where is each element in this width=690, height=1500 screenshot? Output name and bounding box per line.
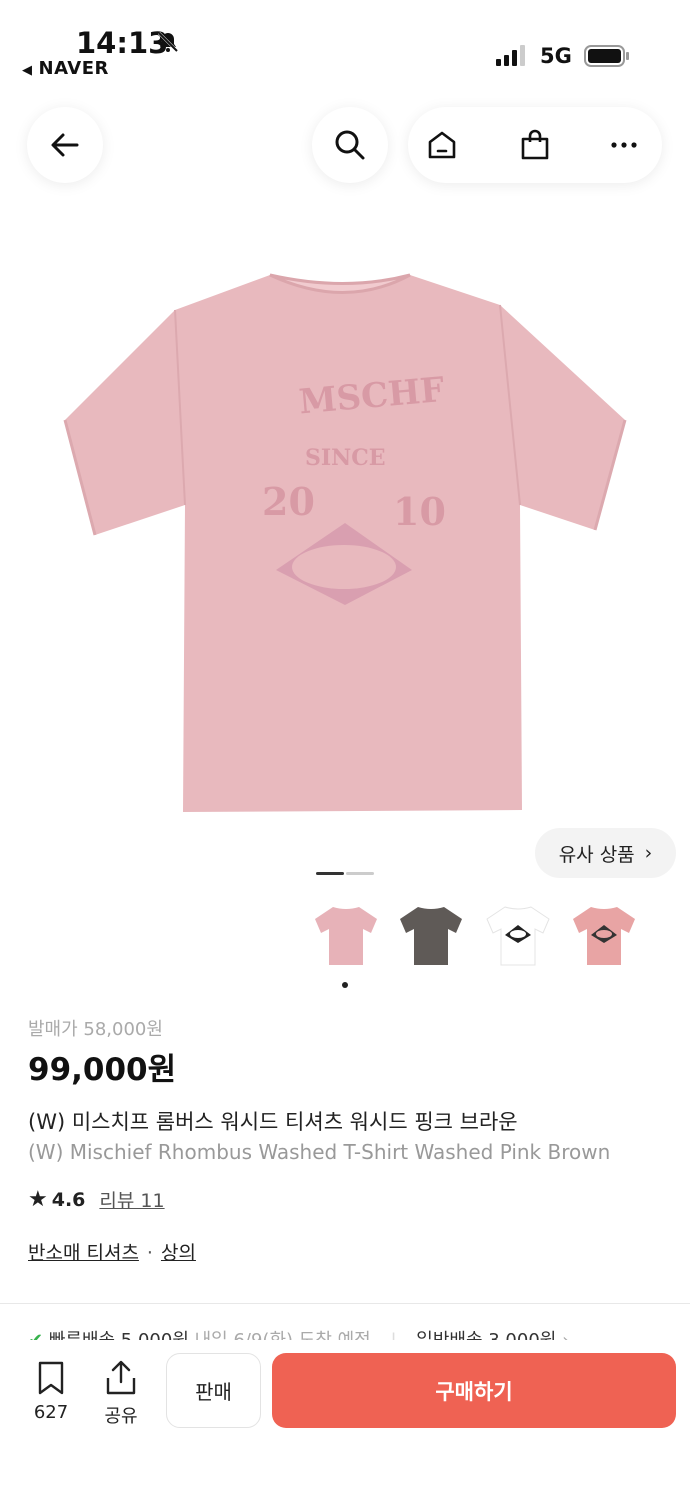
- status-bar: 14:13 ◀ NAVER 5G: [0, 0, 690, 90]
- bottom-action-bar: 627 공유 판매 구매하기: [0, 1340, 690, 1500]
- more-icon: [611, 142, 637, 148]
- similar-products-label: 유사 상품: [558, 843, 635, 866]
- review-link[interactable]: 리뷰 11: [99, 1186, 164, 1213]
- network-label: 5G: [540, 44, 572, 68]
- star-icon: ★: [28, 1187, 48, 1212]
- share-button[interactable]: 공유: [98, 1360, 144, 1428]
- svg-text:SINCE: SINCE: [305, 445, 386, 471]
- section-divider: [0, 1303, 690, 1304]
- rating-row: ★ 4.6 리뷰 11: [28, 1186, 165, 1213]
- cart-button[interactable]: [515, 125, 555, 165]
- back-arrow-icon: [51, 133, 79, 157]
- product-name-english: (W) Mischief Rhombus Washed T-Shirt Wash…: [28, 1140, 611, 1164]
- share-label: 공유: [104, 1406, 138, 1427]
- shopping-bag-icon: [521, 129, 549, 160]
- color-thumbnails: [310, 900, 650, 975]
- nav-actions: [408, 107, 662, 183]
- bookmark-icon: [38, 1361, 64, 1395]
- bookmark-count: 627: [33, 1402, 69, 1423]
- sell-button[interactable]: 판매: [166, 1353, 261, 1428]
- category-breadcrumb: 반소매 티셔츠 · 상의: [28, 1238, 196, 1265]
- buy-button[interactable]: 구매하기: [272, 1353, 676, 1428]
- thumbnail-rose[interactable]: [568, 900, 640, 972]
- thumbnail-charcoal[interactable]: [395, 900, 467, 972]
- image-pagination: [316, 872, 376, 876]
- current-price: 99,000원: [28, 1052, 177, 1088]
- bookmark-button[interactable]: 627: [28, 1360, 74, 1423]
- thumbnail-selected-indicator: [342, 982, 348, 988]
- back-to-app-link[interactable]: ◀ NAVER: [22, 58, 109, 79]
- rating-score: 4.6: [51, 1188, 86, 1211]
- battery-icon: [584, 45, 629, 67]
- category-separator: ·: [146, 1242, 153, 1264]
- svg-text:10: 10: [393, 489, 446, 534]
- status-time: 14:13: [76, 26, 169, 60]
- bell-muted-icon: [157, 31, 179, 53]
- product-name-korean: (W) 미스치프 롬버스 워시드 티셔츠 워시드 핑크 브라운: [28, 1110, 518, 1134]
- share-icon: [106, 1360, 136, 1395]
- svg-text:20: 20: [262, 479, 315, 524]
- category-link-short-sleeve[interactable]: 반소매 티셔츠: [28, 1242, 139, 1264]
- chevron-right-icon: ›: [644, 842, 653, 864]
- home-button[interactable]: [422, 125, 462, 165]
- search-icon: [335, 130, 365, 160]
- thumbnail-white[interactable]: [482, 900, 554, 972]
- thumbnail-pink[interactable]: [310, 900, 382, 972]
- signal-icon: [496, 45, 525, 66]
- back-button[interactable]: [27, 107, 103, 183]
- more-button[interactable]: [604, 125, 644, 165]
- home-icon: [428, 131, 456, 159]
- search-button[interactable]: [312, 107, 388, 183]
- release-price: 발매가 58,000원: [28, 1019, 163, 1040]
- category-link-tops[interactable]: 상의: [161, 1242, 196, 1264]
- product-main-image[interactable]: MSCHF SINCE 20 10: [0, 230, 690, 870]
- similar-products-button[interactable]: 유사 상품 ›: [535, 828, 676, 878]
